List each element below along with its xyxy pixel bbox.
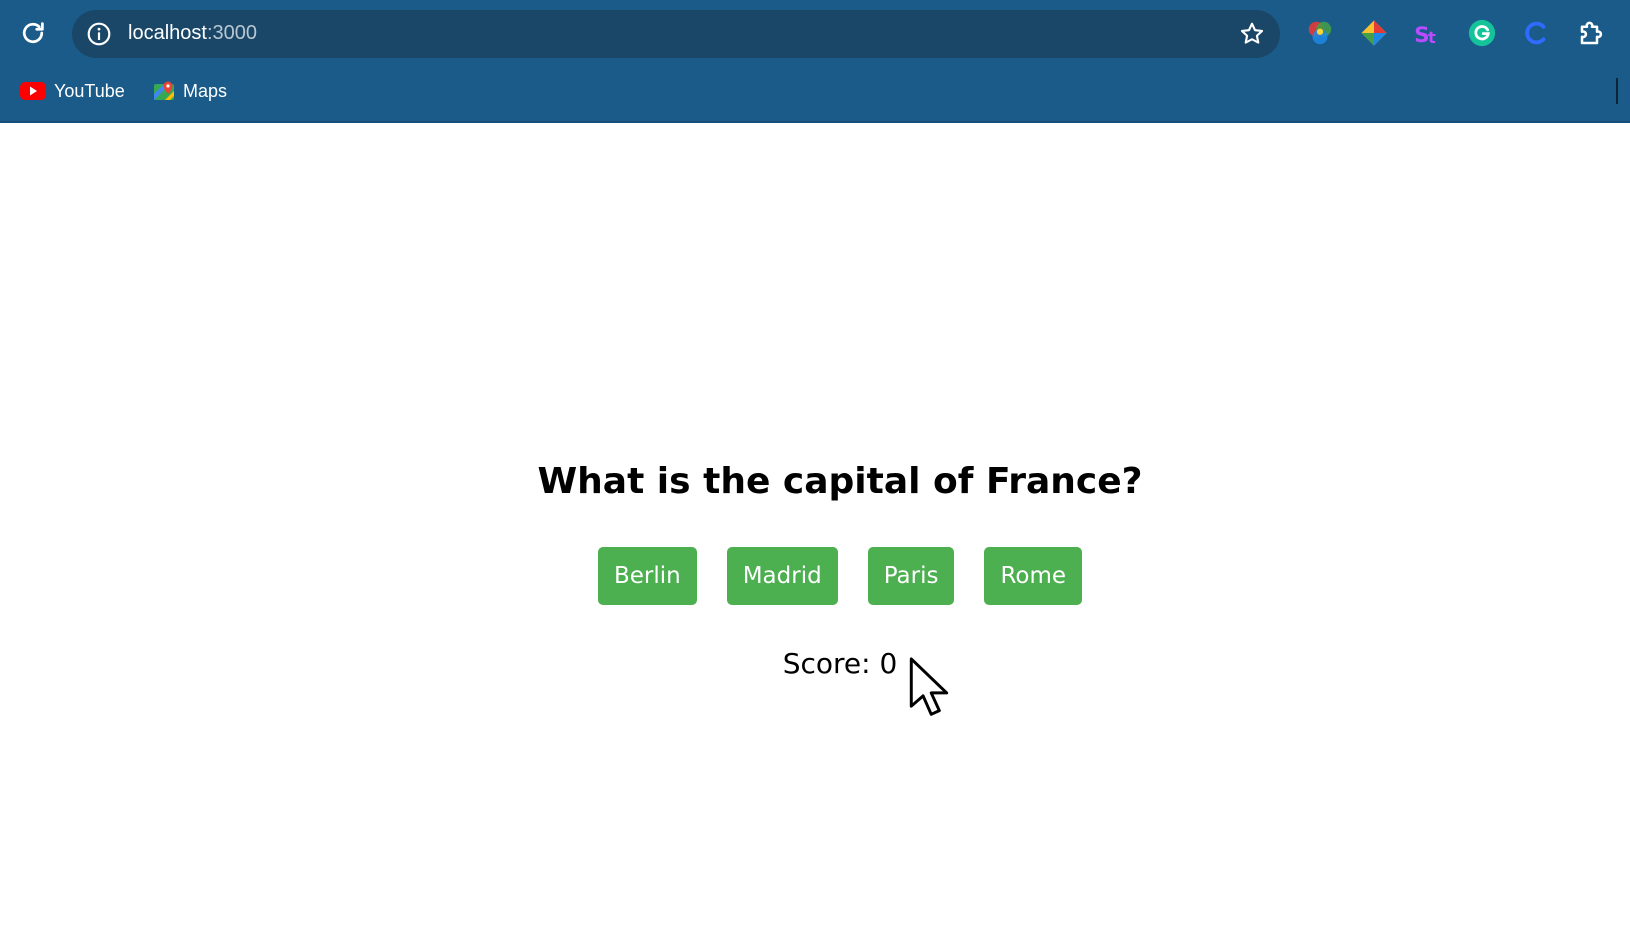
option-madrid-button[interactable]: Madrid [726,547,838,605]
quiz-options: Berlin Madrid Paris Rome [0,547,1630,605]
bookmark-label: Maps [183,80,228,101]
score-display: Score: 0 [0,647,1630,680]
url-text[interactable]: localhost:3000 [128,22,257,45]
quiz-question: What is the capital of France? [537,461,1143,502]
url-host: localhost [128,22,207,44]
option-berlin-button[interactable]: Berlin [597,547,697,605]
puzzle-icon[interactable] [1577,18,1607,48]
option-rome-button[interactable]: Rome [984,547,1083,605]
c-extension-icon[interactable] [1521,18,1551,48]
st-extension-icon[interactable]: S t [1413,18,1443,48]
browser-toolbar: localhost:3000 S t [0,0,1630,66]
score-label: Score: [782,647,871,680]
url-port: :3000 [206,22,257,44]
bookmarks-bar: YouTube Maps [0,66,1630,121]
browser-chrome: localhost:3000 S t YouTube Maps [0,0,1630,123]
maps-icon [154,81,174,100]
option-paris-button[interactable]: Paris [867,547,955,605]
bookmark-label: YouTube [54,80,125,101]
youtube-icon [20,82,46,100]
reload-icon[interactable] [18,18,48,48]
mouse-cursor-icon [909,657,949,716]
score-value: 0 [879,647,898,680]
grammarly-icon[interactable] [1467,18,1497,48]
bookmarks-divider [1616,78,1618,104]
page-content: What is the capital of France? Berlin Ma… [0,123,1630,928]
site-info-icon[interactable] [86,21,112,47]
diamond-extension-icon[interactable] [1359,18,1389,48]
bookmark-star-icon[interactable] [1238,20,1266,48]
address-bar[interactable]: localhost:3000 [72,10,1280,58]
color-wheel-icon[interactable] [1305,18,1335,48]
bookmark-maps[interactable]: Maps [153,76,227,106]
svg-text:t: t [1428,28,1436,47]
bookmark-youtube[interactable]: YouTube [20,76,125,106]
